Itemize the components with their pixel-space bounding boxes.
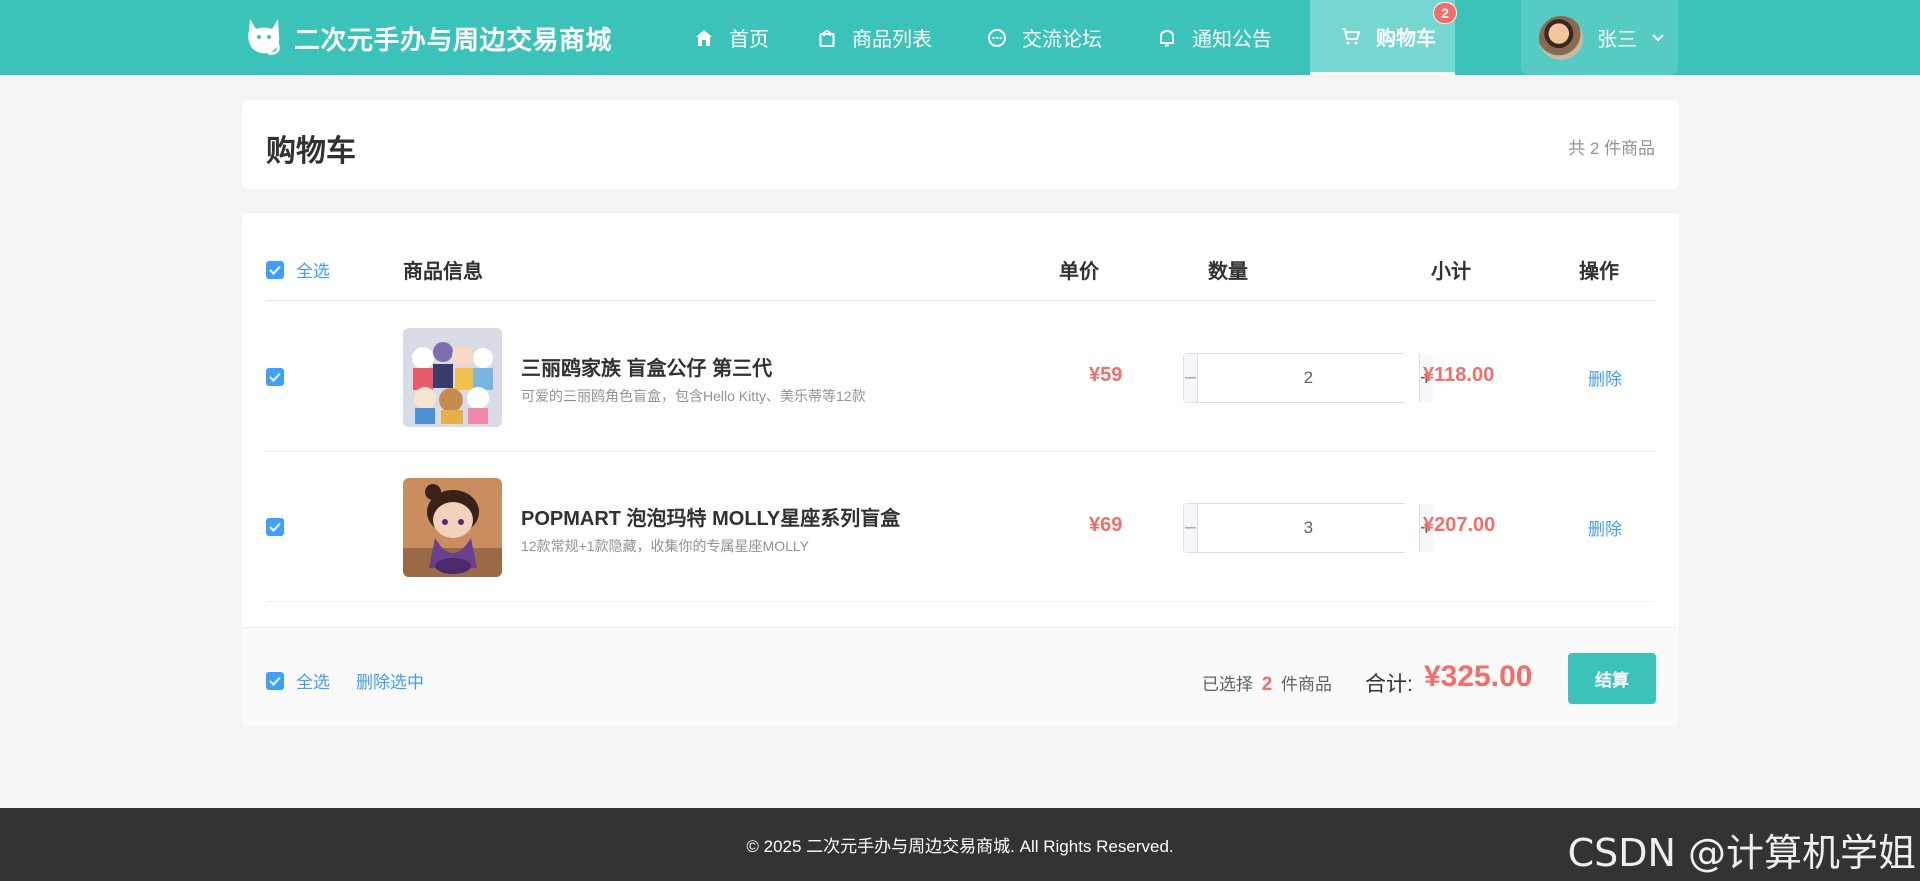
nav-item-products[interactable]: 商品列表 [800,0,970,75]
delete-selected-button[interactable]: 删除选中 [356,668,424,693]
home-icon [693,27,715,49]
checkout-button[interactable]: 结算 [1568,653,1656,704]
delete-item-button[interactable]: 删除 [1588,515,1622,540]
cart-table-card: 全选 商品信息 单价 数量 小计 操作 三丽鸥家族 盲盒公仔 第三代 可爱的三丽… [242,213,1679,727]
nav-label: 交流论坛 [1022,29,1102,51]
nav-label: 购物车 [1376,27,1436,50]
brand-title: 二次元手办与周边交易商城 [294,24,613,55]
quantity-stepper: − + [1183,353,1433,403]
item-checkbox[interactable] [266,368,284,386]
selected-count-text: 已选择 2 件商品 [1202,670,1332,696]
item-checkbox[interactable] [266,518,284,536]
top-navbar: 二次元手办与周边交易商城 首页 商品列表 交流论坛 通知公告 购物车 2 张三 [0,0,1920,75]
page-title: 购物车 [266,135,356,168]
header-subtotal: 小计 [1431,261,1471,283]
decrease-quantity-button[interactable]: − [1184,504,1198,552]
user-name: 张三 [1597,29,1637,51]
total-label: 合计: [1365,673,1413,696]
user-menu[interactable]: 张三 [1521,0,1678,75]
copyright-text: © 2025 二次元手办与周边交易商城. All Rights Reserved… [746,837,1174,856]
watermark: CSDN @计算机学姐 [1567,831,1916,875]
product-image[interactable] [403,478,502,577]
cart-summary-bar: 全选 删除选中 已选择 2 件商品 合计: ¥325.00 结算 [242,627,1679,727]
bell-icon [1156,27,1178,49]
cart-item-row: POPMART 泡泡玛特 MOLLY星座系列盲盒 12款常规+1款隐藏，收集你的… [266,452,1655,602]
cart-item-row: 三丽鸥家族 盲盒公仔 第三代 可爱的三丽鸥角色盲盒，包含Hello Kitty、… [266,302,1655,452]
select-all-footer[interactable]: 全选 [266,668,330,693]
select-all-checkbox[interactable] [266,671,284,690]
unit-price: ¥59 [1089,364,1123,386]
cat-icon [242,14,286,62]
nav-label: 通知公告 [1192,29,1272,51]
select-all-checkbox[interactable] [266,260,284,279]
avatar [1539,15,1583,60]
product-name[interactable]: 三丽鸥家族 盲盒公仔 第三代 [521,352,772,381]
product-description: 12款常规+1款隐藏，收集你的专属星座MOLLY [521,538,809,554]
quantity-input[interactable] [1197,354,1419,402]
chevron-down-icon [1651,31,1665,45]
selected-count: 2 [1261,674,1273,695]
nav-label: 商品列表 [852,29,932,51]
nav-label: 首页 [729,29,769,51]
header-unit-price: 单价 [1059,261,1099,283]
quantity-stepper: − + [1183,503,1433,553]
nav-item-home[interactable]: 首页 [677,0,800,75]
select-all-label[interactable]: 全选 [296,257,330,282]
select-all-header[interactable]: 全选 [266,257,330,282]
shopping-bag-icon [816,27,838,49]
main-nav: 首页 商品列表 交流论坛 通知公告 购物车 2 [677,0,1457,75]
item-subtotal: ¥207.00 [1423,514,1496,536]
nav-item-cart[interactable]: 购物车 2 [1310,0,1457,75]
item-subtotal: ¥118.00 [1423,364,1495,386]
product-image[interactable] [403,328,502,427]
select-all-label[interactable]: 全选 [296,668,330,693]
product-description: 可爱的三丽鸥角色盲盒，包含Hello Kitty、美乐蒂等12款 [521,388,866,404]
cart-count-badge: 2 [1433,2,1457,24]
decrease-quantity-button[interactable]: − [1184,354,1198,402]
delete-item-button[interactable]: 删除 [1588,365,1622,390]
page-header-card: 购物车 共 2 件商品 [242,100,1679,189]
header-product-info: 商品信息 [403,261,483,283]
total-amount: ¥325.00 [1424,660,1533,693]
chat-bubble-icon [986,27,1008,49]
cart-table-header: 全选 商品信息 单价 数量 小计 操作 [266,243,1655,301]
cart-icon [1340,25,1362,47]
item-count: 共 2 件商品 [1568,139,1655,158]
quantity-input[interactable] [1197,504,1419,552]
header-quantity: 数量 [1208,261,1248,283]
nav-item-forum[interactable]: 交流论坛 [970,0,1140,75]
header-actions: 操作 [1579,261,1619,283]
product-name[interactable]: POPMART 泡泡玛特 MOLLY星座系列盲盒 [521,502,900,531]
nav-item-notices[interactable]: 通知公告 [1140,0,1310,75]
selected-prefix: 已选择 [1202,675,1253,694]
selected-suffix: 件商品 [1281,675,1333,694]
brand[interactable]: 二次元手办与周边交易商城 [242,14,612,62]
unit-price: ¥69 [1089,514,1123,536]
